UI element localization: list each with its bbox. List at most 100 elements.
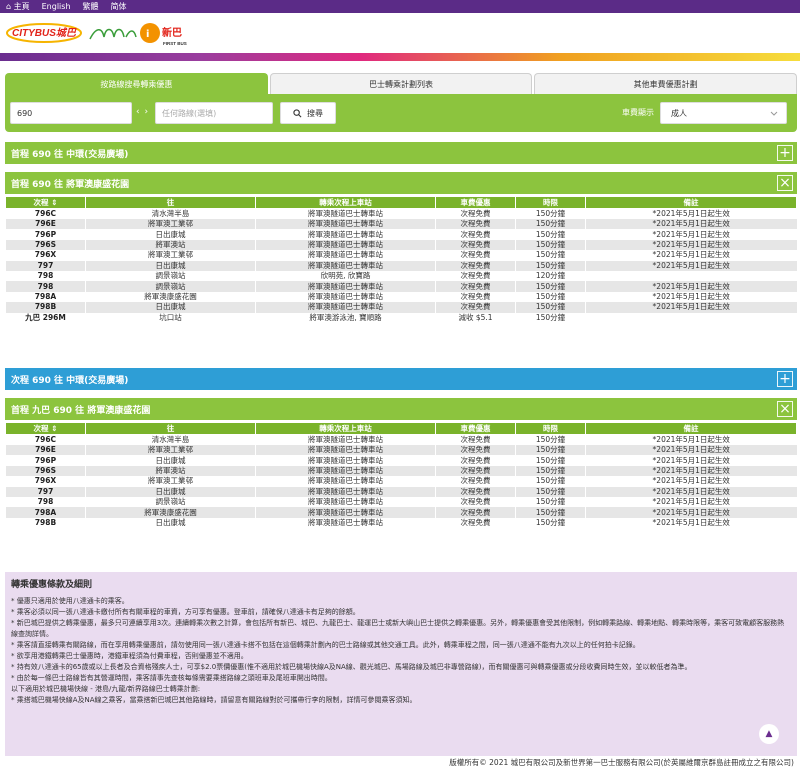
- cell-boarding-stop: 將軍澳隧道巴士轉車站: [255, 281, 436, 292]
- cell-route: 796C: [5, 434, 86, 445]
- cell-remarks: *2021年5月1日起生效: [585, 445, 797, 456]
- close-icon[interactable]: ×: [777, 401, 793, 417]
- col-header-second-leg[interactable]: 次程 ⇕: [5, 196, 86, 209]
- nav-home-label: 主頁: [13, 2, 30, 11]
- second-route-input[interactable]: 任何路線(選填): [155, 102, 273, 124]
- cell-boarding-stop: 將軍澳隧道巴士轉車站: [255, 496, 436, 508]
- table-row: 796C 清水灣半島 將軍澳隧道巴士轉車站 次程免費 150分鐘 *2021年5月1日起生…: [5, 208, 797, 219]
- terms-item: * 新巴城巴提供之轉乘優惠，最多只可連續享用3次。連續轉乘次數之計算，會包括所有…: [11, 619, 785, 638]
- terms-item: * 持有效八達通卡的65歲或以上長者及合資格殘疾人士，可享$2.0票價優惠(惟不…: [11, 663, 692, 671]
- fare-type-select[interactable]: 成人: [660, 102, 787, 124]
- cell-fare-discount: 次程免費: [435, 486, 516, 497]
- col-header-destination: 往: [85, 422, 256, 435]
- cell-boarding-stop: 將軍澳隧道巴士轉車站: [255, 229, 436, 240]
- expand-plus-icon[interactable]: +: [777, 145, 793, 161]
- cell-destination: 日出康城: [85, 302, 256, 313]
- table-row: 796P 日出康城 將軍澳隧道巴士轉車站 次程免費 150分鐘 *2021年5月1日起生效: [5, 455, 797, 466]
- terms-list: * 優惠只適用於使用八達通卡的乘客。 * 乘客必須以同一張八達通卡繳付所有有關車程…: [11, 596, 791, 706]
- expand-plus-icon[interactable]: +: [777, 371, 793, 387]
- close-icon[interactable]: ×: [777, 175, 793, 191]
- tab-transfer-schemes-list[interactable]: 巴士轉乘計劃列表: [269, 73, 533, 94]
- cell-fare-discount: 次程免費: [435, 291, 516, 303]
- cell-time-limit: 150分鐘: [515, 260, 586, 271]
- section-header-second-leg-to-central[interactable]: 次程 690 往 中環(交易廣場) +: [5, 368, 797, 390]
- cell-route: 797: [5, 260, 86, 271]
- cell-fare-discount: 次程免費: [435, 250, 516, 261]
- fare-type-value: 成人: [671, 108, 687, 118]
- cell-boarding-stop: 將軍澳隧道巴士轉車站: [255, 517, 436, 529]
- table-row: 796E 將軍澳工業邨 將軍澳隧道巴士轉車站 次程免費 150分鐘 *2021年5月1日起…: [5, 219, 797, 230]
- col-header-boarding-stop: 轉乘次程上車站: [255, 196, 436, 209]
- cell-remarks: [585, 270, 797, 282]
- cell-route: 796X: [5, 250, 86, 261]
- tab-search-by-route[interactable]: 按路線搜尋轉乘優惠: [5, 73, 268, 94]
- table-row: 796C 清水灣半島 將軍澳隧道巴士轉車站 次程免費 150分鐘 *2021年5月1日起生…: [5, 434, 797, 445]
- col-header-second-leg[interactable]: 次程 ⇕: [5, 422, 86, 435]
- table-row: 796X 將軍澳工業邨 將軍澳隧道巴士轉車站 次程免費 150分鐘 *2021年5月1日起…: [5, 476, 797, 487]
- home-icon: ⌂: [6, 2, 14, 11]
- cell-remarks: *2021年5月1日起生效: [585, 507, 797, 518]
- cell-route: 798: [5, 270, 86, 282]
- search-panel: 690 ‹ › 任何路線(選填) 搜尋 車費顯示 成人: [5, 94, 797, 132]
- nav-english[interactable]: English: [42, 2, 71, 11]
- cell-route: 796X: [5, 476, 86, 487]
- cell-time-limit: 150分鐘: [515, 291, 586, 303]
- nav-simplified-chinese[interactable]: 简体: [111, 1, 127, 12]
- table-row: 798B 日出康城 將軍澳隧道巴士轉車站 次程免費 150分鐘 *2021年5月1日起生效: [5, 302, 797, 313]
- cell-fare-discount: 次程免費: [435, 229, 516, 240]
- transfer-table-2: 次程 ⇕ 往 轉乘次程上車站 車費優惠 時限 備註 796C 清水灣半島 將軍澳隧道…: [5, 422, 797, 529]
- cell-remarks: *2021年5月1日起生效: [585, 250, 797, 261]
- nav-traditional-chinese[interactable]: 繁體: [83, 1, 99, 12]
- cell-remarks: *2021年5月1日起生效: [585, 496, 797, 508]
- cell-boarding-stop: 將軍澳隧道巴士轉車站: [255, 465, 436, 477]
- cell-boarding-stop: 將軍澳隧道巴士轉車站: [255, 208, 436, 219]
- section-title: 首程 690 往 中環(交易廣場): [11, 149, 129, 160]
- citybus-logo: CITYBUS城巴: [6, 23, 82, 43]
- cell-remarks: *2021年5月1日起生效: [585, 476, 797, 487]
- section-header-first-leg-to-tko[interactable]: 首程 690 往 將軍澳康盛花園 ×: [5, 172, 797, 194]
- cell-boarding-stop: 欣明苑, 欣寶路: [255, 270, 436, 282]
- search-button-label: 搜尋: [307, 108, 323, 118]
- cell-fare-discount: 次程免費: [435, 517, 516, 529]
- section-header-kmb-first-leg-to-tko[interactable]: 首程 九巴 690 往 將軍澳康盛花園 ×: [5, 398, 797, 420]
- transfer-table-1: 次程 ⇕ 往 轉乘次程上車站 車費優惠 時限 備註 796C 清水灣半島 將軍澳隧道…: [5, 196, 797, 323]
- cell-boarding-stop: 將軍澳隧道巴士轉車站: [255, 302, 436, 313]
- section-header-first-leg-to-central[interactable]: 首程 690 往 中環(交易廣場) +: [5, 142, 797, 164]
- swap-direction-icon[interactable]: ‹ ›: [136, 107, 149, 117]
- terms-item: * 乘客必須以同一張八達通卡繳付所有有關車程的車資，方可享有優惠。登車前，請確保…: [11, 608, 360, 616]
- cell-remarks: *2021年5月1日起生效: [585, 486, 797, 497]
- fare-display-label: 車費顯示: [622, 108, 654, 117]
- route-input[interactable]: 690: [10, 102, 132, 124]
- cell-fare-discount: 次程免費: [435, 507, 516, 518]
- cell-time-limit: 150分鐘: [515, 312, 586, 323]
- table-header-row: 次程 ⇕ 往 轉乘次程上車站 車費優惠 時限 備註: [5, 196, 797, 209]
- tab-other-fare-concessions[interactable]: 其他車費優惠計劃: [534, 73, 798, 94]
- cell-time-limit: 150分鐘: [515, 455, 586, 466]
- cell-destination: 將軍澳工業邨: [85, 476, 256, 487]
- cell-time-limit: 150分鐘: [515, 250, 586, 261]
- cell-destination: 將軍澳站: [85, 465, 256, 477]
- cell-time-limit: 150分鐘: [515, 476, 586, 487]
- cell-time-limit: 120分鐘: [515, 270, 586, 282]
- cell-destination: 清水灣半島: [85, 434, 256, 445]
- scroll-to-top-button[interactable]: ▲: [759, 724, 779, 744]
- cell-destination: 將軍澳康盛花園: [85, 507, 256, 518]
- terms-item: * 乘客請直接轉乘有關路線，而在享用轉乘優惠前，請勿使用同一張八達通卡搭不包括在…: [11, 641, 640, 649]
- cell-route: 798B: [5, 517, 86, 529]
- cell-destination: 調景嶺站: [85, 270, 256, 282]
- search-button[interactable]: 搜尋: [280, 102, 336, 124]
- cell-time-limit: 150分鐘: [515, 208, 586, 219]
- cell-route: 796P: [5, 229, 86, 240]
- table-row: 797 日出康城 將軍澳隧道巴士轉車站 次程免費 150分鐘 *2021年5月1日起生效: [5, 260, 797, 271]
- cell-destination: 日出康城: [85, 229, 256, 240]
- cell-destination: 清水灣半島: [85, 208, 256, 219]
- nav-home[interactable]: ⌂ 主頁: [6, 1, 30, 12]
- cell-destination: 將軍澳工業邨: [85, 250, 256, 261]
- cell-remarks: *2021年5月1日起生效: [585, 302, 797, 313]
- cell-remarks: *2021年5月1日起生效: [585, 208, 797, 219]
- search-icon: [293, 108, 302, 117]
- cell-remarks: *2021年5月1日起生效: [585, 281, 797, 292]
- cell-destination: 日出康城: [85, 486, 256, 497]
- top-nav-bar: ⌂ 主頁 English 繁體 简体: [0, 0, 800, 13]
- chevron-down-icon: [770, 111, 778, 116]
